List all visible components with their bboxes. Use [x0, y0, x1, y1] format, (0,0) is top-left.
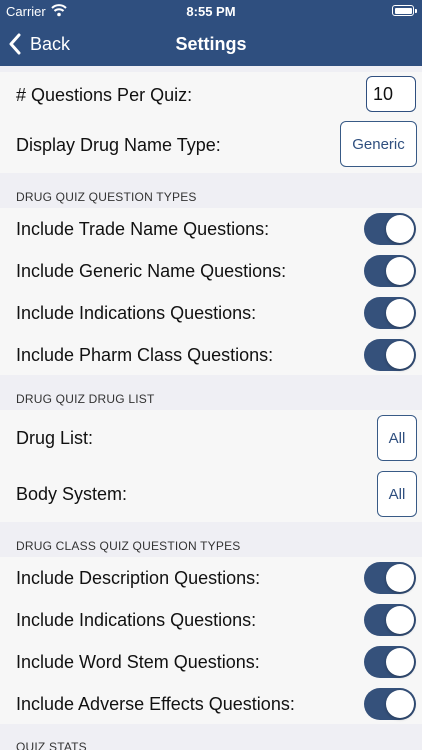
toggle-knob: [386, 648, 414, 676]
questions-per-quiz-input[interactable]: 10: [366, 76, 416, 112]
questions-per-quiz-label: # Questions Per Quiz:: [16, 85, 193, 105]
indications-toggle[interactable]: [364, 297, 416, 329]
nav-bar: Back Settings: [0, 22, 422, 66]
toggle-label: Include Pharm Class Questions:: [16, 345, 274, 365]
toggle-knob: [386, 257, 414, 285]
toggle-row-indications: Include Indications Questions:: [0, 292, 422, 334]
toggle-row-adverse-effects: Include Adverse Effects Questions:: [0, 683, 422, 724]
drug-quiz-question-types-group: Include Trade Name Questions: Include Ge…: [0, 208, 422, 375]
toggle-knob: [386, 564, 414, 592]
adverse-effects-toggle[interactable]: [364, 688, 416, 720]
toggle-row-generic-name: Include Generic Name Questions:: [0, 250, 422, 292]
page-title: Settings: [175, 34, 247, 54]
toggle-label: Include Generic Name Questions:: [16, 261, 287, 281]
toggle-knob: [386, 299, 414, 327]
trade-name-toggle[interactable]: [364, 213, 416, 245]
toggle-knob: [386, 215, 414, 243]
clock: 8:55 PM: [186, 4, 236, 19]
display-name-type-button[interactable]: Generic: [340, 121, 417, 167]
status-bar: Carrier 8:55 PM: [0, 0, 422, 22]
toggle-row-class-indications: Include Indications Questions:: [0, 599, 422, 641]
toggle-label: Include Trade Name Questions:: [16, 219, 270, 239]
toggle-row-description: Include Description Questions:: [0, 557, 422, 599]
toggle-knob: [386, 606, 414, 634]
display-name-type-row: Display Drug Name Type: Generic: [0, 120, 422, 173]
toggle-row-pharm-class: Include Pharm Class Questions:: [0, 334, 422, 375]
toggle-knob: [386, 690, 414, 718]
display-name-type-label: Display Drug Name Type:: [16, 135, 221, 155]
generic-name-toggle[interactable]: [364, 255, 416, 287]
drug-class-quiz-question-types-group: Include Description Questions: Include I…: [0, 557, 422, 724]
toggle-label: Include Indications Questions:: [16, 303, 257, 323]
body-system-button[interactable]: All: [377, 471, 417, 517]
toggle-label: Include Word Stem Questions:: [16, 652, 260, 672]
toggle-label: Include Description Questions:: [16, 568, 261, 588]
section-header-drug-class-quiz-question-types: DRUG CLASS QUIZ QUESTION TYPES: [16, 539, 241, 553]
description-toggle[interactable]: [364, 562, 416, 594]
toggle-row-trade-name: Include Trade Name Questions:: [0, 208, 422, 250]
toggle-label: Include Adverse Effects Questions:: [16, 694, 295, 714]
general-settings-group: # Questions Per Quiz: 10 Display Drug Na…: [0, 72, 422, 173]
drug-list-button[interactable]: All: [377, 415, 417, 461]
questions-per-quiz-row: # Questions Per Quiz: 10: [0, 72, 422, 120]
pharm-class-toggle[interactable]: [364, 339, 416, 371]
battery-icon: [392, 5, 417, 16]
section-header-quiz-stats: QUIZ STATS: [16, 740, 87, 750]
body-system-label: Body System:: [16, 484, 128, 504]
toggle-knob: [386, 341, 414, 369]
drug-quiz-drug-list-group: Drug List: All Body System: All: [0, 410, 422, 522]
word-stem-toggle[interactable]: [364, 646, 416, 678]
section-header-drug-quiz-question-types: DRUG QUIZ QUESTION TYPES: [16, 190, 197, 204]
section-header-drug-quiz-drug-list: DRUG QUIZ DRUG LIST: [16, 392, 155, 406]
class-indications-toggle[interactable]: [364, 604, 416, 636]
toggle-label: Include Indications Questions:: [16, 610, 257, 630]
body-system-row: Body System: All: [0, 466, 422, 522]
toggle-row-word-stem: Include Word Stem Questions:: [0, 641, 422, 683]
drug-list-row: Drug List: All: [0, 410, 422, 466]
drug-list-label: Drug List:: [16, 428, 94, 448]
